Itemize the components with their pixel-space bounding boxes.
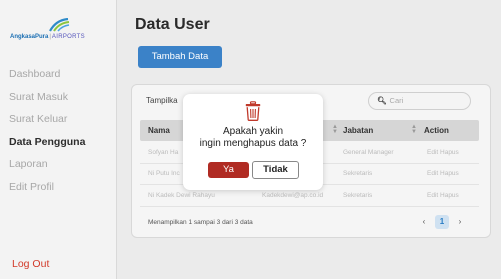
sidebar-item-surat-keluar[interactable]: Surat Keluar <box>9 111 85 134</box>
cell-name: Ni Putu Inc <box>148 170 180 177</box>
delete-confirm-dialog: Apakah yakin ingin menghapus data ? Ya T… <box>183 94 323 190</box>
search-icon: 🔍︎ <box>377 96 387 105</box>
logo-sub: AIRPORTS <box>51 34 85 40</box>
dialog-message-line2: ingin menghapus data ? <box>199 138 307 149</box>
sort-icon[interactable]: ▲ ▼ <box>411 124 417 135</box>
logo: AngkasaPura|AIRPORTS <box>10 18 110 42</box>
sidebar-item-laporan[interactable]: Laporan <box>9 156 85 179</box>
angkasa-pura-logo-icon <box>49 18 70 32</box>
column-header-jabatan[interactable]: Jabatan <box>343 126 373 135</box>
column-header-nama[interactable]: Nama <box>148 126 170 135</box>
sort-icon[interactable]: ▲ ▼ <box>332 124 338 135</box>
sidebar: AngkasaPura|AIRPORTS Dashboard Surat Mas… <box>0 0 117 279</box>
sidebar-item-edit-profil[interactable]: Edit Profil <box>9 179 85 202</box>
cancel-delete-button[interactable]: Tidak <box>252 161 299 179</box>
row-divider <box>140 206 479 207</box>
sidebar-nav: Dashboard Surat Masuk Surat Keluar Data … <box>9 66 85 201</box>
search-placeholder: Cari <box>389 96 404 105</box>
sidebar-item-dashboard[interactable]: Dashboard <box>9 66 85 89</box>
logout-link[interactable]: Log Out <box>12 258 49 270</box>
table-info: Menampilkan 1 sampai 3 dari 3 data <box>148 219 253 226</box>
cell-action[interactable]: Edit Hapus <box>427 170 459 177</box>
cell-jabatan: Sekretaris <box>343 170 373 177</box>
dialog-message-line1: Apakah yakin <box>222 126 284 137</box>
confirm-delete-button[interactable]: Ya <box>208 162 249 178</box>
dialog-message: Apakah yakin ingin menghapus data ? <box>183 126 323 150</box>
cell-action[interactable]: Edit Hapus <box>427 192 459 199</box>
cell-jabatan: General Manager <box>343 149 394 156</box>
sidebar-item-surat-masuk[interactable]: Surat Masuk <box>9 89 85 112</box>
sidebar-item-data-pengguna[interactable]: Data Pengguna <box>9 134 85 157</box>
cell-name: Sofyan Ha <box>148 149 179 156</box>
search-input[interactable]: 🔍︎ Cari <box>368 92 471 110</box>
cell-email: Kadekdewi@ap.co.id <box>262 192 324 199</box>
logo-brand: AngkasaPura <box>10 34 49 40</box>
cell-jabatan: Sekretaris <box>343 192 373 199</box>
cell-name: Ni Kadek Dewi Rahayu <box>148 192 215 199</box>
logo-text: AngkasaPura|AIRPORTS <box>10 34 85 40</box>
add-data-button[interactable]: Tambah Data <box>138 46 222 68</box>
page-title: Data User <box>135 16 210 33</box>
page-1-button[interactable]: 1 <box>435 215 449 229</box>
prev-page-button[interactable]: ‹ <box>417 215 431 229</box>
trash-icon <box>245 101 261 121</box>
logo-separator: | <box>49 34 51 40</box>
show-entries-label: Tampilka <box>146 96 178 105</box>
column-header-action: Action <box>424 126 449 135</box>
next-page-button[interactable]: › <box>453 215 467 229</box>
cell-action[interactable]: Edit Hapus <box>427 149 459 156</box>
